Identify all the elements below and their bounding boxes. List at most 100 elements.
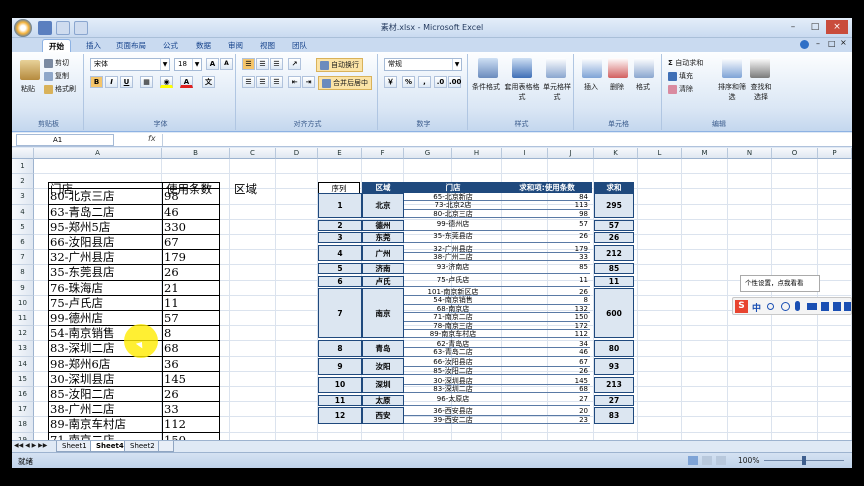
- pivot-store-cell[interactable]: 83-深圳二店: [404, 385, 502, 394]
- pivot-region-cell[interactable]: 太原: [362, 394, 404, 406]
- ribbon-minimize-icon[interactable]: –: [816, 39, 820, 48]
- increase-font-button[interactable]: A: [206, 58, 219, 70]
- pivot-sum-cell[interactable]: 8: [502, 296, 590, 305]
- store-cell[interactable]: 98-郑州6店: [50, 357, 110, 372]
- store-cell[interactable]: 30-深圳县店: [50, 372, 115, 387]
- pivot-total-cell[interactable]: 11: [594, 275, 634, 287]
- pivot-seq-cell[interactable]: 3: [318, 232, 362, 244]
- sogou-logo-icon[interactable]: S: [735, 300, 748, 313]
- view-layout-icon[interactable]: [702, 456, 712, 465]
- row-header-1[interactable]: 1: [12, 159, 34, 175]
- number-format-combo[interactable]: 常规 ▼: [384, 58, 462, 71]
- insert-cells-button[interactable]: 插入: [584, 82, 598, 92]
- pivot-region-cell[interactable]: 东莞: [362, 232, 404, 244]
- row-header-13[interactable]: 13: [12, 341, 34, 357]
- decrease-decimal-button[interactable]: .00: [448, 76, 461, 88]
- pivot-total-cell[interactable]: 26: [594, 232, 634, 244]
- pivot-sum-cell[interactable]: 20: [502, 407, 590, 416]
- pivot-region-cell[interactable]: 北京: [362, 193, 404, 219]
- sort-filter-icon[interactable]: [722, 58, 742, 78]
- delete-cells-icon[interactable]: [608, 58, 628, 78]
- usage-cell[interactable]: 57: [164, 311, 179, 326]
- fill-button[interactable]: 填充: [668, 71, 693, 81]
- pivot-region-cell[interactable]: 卢氏: [362, 275, 404, 287]
- toolbox-icon[interactable]: [833, 302, 841, 311]
- pivot-store-cell[interactable]: 66-汝阳县店: [404, 358, 502, 367]
- pivot-header-region[interactable]: 区域: [362, 182, 404, 193]
- pivot-sum-cell[interactable]: 34: [502, 340, 590, 349]
- pivot-seq-cell[interactable]: 2: [318, 219, 362, 231]
- store-cell[interactable]: 95-郑州5店: [50, 220, 110, 235]
- pivot-region-cell[interactable]: 济南: [362, 263, 404, 274]
- store-cell[interactable]: 99-德州店: [50, 311, 103, 326]
- punctuation-icon[interactable]: [767, 303, 774, 310]
- pivot-seq-cell[interactable]: 11: [318, 394, 362, 406]
- pivot-region-cell[interactable]: 南京: [362, 288, 404, 339]
- format-painter-button[interactable]: 格式刷: [44, 84, 76, 94]
- delete-cells-button[interactable]: 删除: [610, 82, 624, 92]
- bold-button[interactable]: B: [90, 76, 103, 88]
- store-cell[interactable]: 85-汝阳二店: [50, 387, 115, 402]
- copy-button[interactable]: 复制: [44, 71, 69, 81]
- column-header-a[interactable]: A: [34, 148, 162, 159]
- merge-center-button[interactable]: 合并后居中: [318, 76, 372, 90]
- store-cell[interactable]: 83-深圳二店: [50, 341, 115, 356]
- worksheet-grid[interactable]: ABCDEFGHIJKLMNOP 1 2 3 4 5 6 7 8 9 10 11 12 13 14 15 16…: [12, 148, 852, 440]
- percent-button[interactable]: %: [402, 76, 415, 88]
- pivot-sum-cell[interactable]: 26: [502, 367, 590, 375]
- store-cell[interactable]: 32-广州县店: [50, 250, 115, 265]
- tab-insert[interactable]: 插入: [80, 39, 107, 52]
- pivot-sum-cell[interactable]: 26: [502, 232, 590, 244]
- pivot-seq-cell[interactable]: 7: [318, 288, 362, 339]
- insert-sheet-icon[interactable]: [158, 441, 174, 452]
- column-header-k[interactable]: K: [594, 148, 638, 159]
- pivot-sum-cell[interactable]: 85: [502, 263, 590, 274]
- tab-team[interactable]: 团队: [286, 39, 313, 52]
- skin-icon[interactable]: [821, 302, 829, 311]
- align-center-button[interactable]: ☰: [256, 76, 269, 88]
- ime-tooltip[interactable]: 个性设置，点我看看: [740, 275, 820, 292]
- pivot-total-cell[interactable]: 93: [594, 358, 634, 375]
- usage-cell[interactable]: 8: [164, 326, 171, 341]
- paste-button[interactable]: 粘贴: [21, 84, 35, 94]
- pivot-sum-cell[interactable]: 113: [502, 201, 590, 210]
- align-middle-button[interactable]: ☰: [256, 58, 269, 70]
- pivot-store-cell[interactable]: 93-济南店: [404, 263, 502, 274]
- pivot-total-cell[interactable]: 600: [594, 288, 634, 339]
- store-cell[interactable]: 66-汝阳县店: [50, 235, 115, 250]
- microphone-icon[interactable]: [795, 301, 800, 311]
- pivot-sum-cell[interactable]: 46: [502, 348, 590, 357]
- format-cells-button[interactable]: 格式: [636, 82, 650, 92]
- usage-cell[interactable]: 330: [164, 220, 186, 235]
- pivot-region-cell[interactable]: 德州: [362, 219, 404, 231]
- conditional-format-button[interactable]: 条件格式: [472, 82, 500, 92]
- header-region[interactable]: 区域: [234, 182, 257, 197]
- column-header-i[interactable]: I: [502, 148, 548, 159]
- store-cell[interactable]: 89-南京车村店: [50, 417, 126, 432]
- store-cell[interactable]: 63-青岛二店: [50, 205, 115, 220]
- pivot-store-cell[interactable]: 38-广州二店: [404, 253, 502, 262]
- border-button[interactable]: ▦: [140, 76, 153, 88]
- emoji-icon[interactable]: [781, 302, 790, 311]
- column-header-h[interactable]: H: [452, 148, 502, 159]
- pivot-store-cell[interactable]: 32-广州县店: [404, 245, 502, 254]
- pivot-store-cell[interactable]: 30-深圳县店: [404, 377, 502, 385]
- pivot-store-cell[interactable]: 54-南京销售: [404, 296, 502, 305]
- pivot-total-cell[interactable]: 212: [594, 244, 634, 262]
- pivot-seq-cell[interactable]: 1: [318, 193, 362, 219]
- zoom-slider-thumb[interactable]: [802, 456, 806, 465]
- pivot-store-cell[interactable]: 89-南京车村店: [404, 330, 502, 339]
- ribbon-restore-icon[interactable]: □: [828, 39, 836, 48]
- row-header-6[interactable]: 6: [12, 235, 34, 251]
- store-cell[interactable]: 35-东莞县店: [50, 265, 115, 280]
- pivot-header-sum[interactable]: 求和项:使用条数: [502, 182, 592, 193]
- column-header-n[interactable]: N: [728, 148, 772, 159]
- usage-cell[interactable]: 98: [164, 189, 179, 204]
- pivot-sum-cell[interactable]: 11: [502, 276, 590, 287]
- table-format-icon[interactable]: [512, 58, 532, 78]
- column-header-j[interactable]: J: [548, 148, 594, 159]
- font-name-combo[interactable]: 宋体 ▼: [90, 58, 170, 71]
- pivot-store-cell[interactable]: 80-北京三店: [404, 210, 502, 219]
- usage-cell[interactable]: 26: [164, 265, 179, 280]
- pivot-sum-cell[interactable]: 145: [502, 377, 590, 385]
